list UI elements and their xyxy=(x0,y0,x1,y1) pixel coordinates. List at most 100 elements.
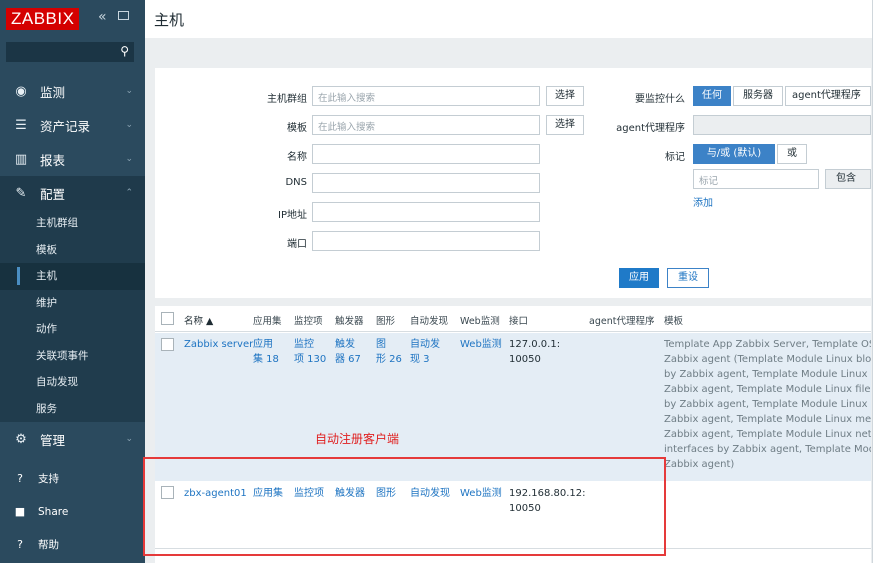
template-line[interactable]: interfaces by Zabbix agent, Template Mod… xyxy=(664,442,871,457)
link-line: 形 26 xyxy=(376,354,402,365)
items-link[interactable]: 监控项 130 xyxy=(294,337,326,367)
list-icon: ☰ xyxy=(15,117,27,133)
link-line: 图 xyxy=(376,339,386,350)
col-proxy: agent代理程序 xyxy=(589,316,655,327)
nav-item-monitoring[interactable]: ◉ 监测 ⌄ xyxy=(0,74,145,108)
collapse-sidebar-icon[interactable]: « xyxy=(98,9,107,25)
col-templates: 模板 xyxy=(664,316,684,327)
nav-item-configuration[interactable]: ✎ 配置 ⌃ xyxy=(0,176,145,210)
template-line[interactable]: by Zabbix agent, Template Module Linux C xyxy=(664,367,871,382)
submenu-host-groups[interactable]: 主机群组 xyxy=(0,210,145,237)
filter-tab-strip xyxy=(155,38,871,68)
applications-link[interactable]: 应用集 18 xyxy=(253,337,279,367)
name-label: 名称 xyxy=(287,152,307,163)
link-line: 应用 xyxy=(253,339,273,350)
submenu-maintenance[interactable]: 维护 xyxy=(0,290,145,317)
kiosk-mode-icon[interactable] xyxy=(118,11,129,20)
discovery-link[interactable]: 自动发现 3 xyxy=(410,337,440,367)
link-line: 集 18 xyxy=(253,354,279,365)
table-header: 名称 ▲ 应用集 监控项 触发器 图形 自动发现 Web监测 接口 agent代… xyxy=(155,306,871,332)
templates-list: Template App Zabbix Server, Template OS … xyxy=(664,337,871,472)
template-select-button[interactable]: 选择 xyxy=(546,115,584,135)
monitored-by-any[interactable]: 任何 xyxy=(693,86,731,106)
nav-label: Share xyxy=(38,505,69,518)
template-input[interactable]: 在此输入搜索 xyxy=(312,115,540,135)
template-label: 模板 xyxy=(287,123,307,134)
nav-item-help[interactable]: ? 帮助 xyxy=(0,528,145,561)
submenu-correlation[interactable]: 关联项事件 xyxy=(0,343,145,370)
ip-input[interactable] xyxy=(312,202,540,222)
host-group-input[interactable]: 在此输入搜索 xyxy=(312,86,540,106)
tag-operator-select[interactable]: 包含 xyxy=(825,169,871,189)
scrollbar[interactable] xyxy=(872,0,880,563)
apply-button[interactable]: 应用 xyxy=(619,268,659,288)
link-line: 监控 xyxy=(294,339,314,350)
graphs-link[interactable]: 图形 26 xyxy=(376,337,402,367)
submenu-hosts[interactable]: 主机 xyxy=(0,263,145,290)
link-line: 器 67 xyxy=(335,354,361,365)
template-line[interactable]: Zabbix agent, Template Module Linux mem xyxy=(664,412,871,427)
tags-or[interactable]: 或 xyxy=(777,144,807,164)
row-checkbox[interactable] xyxy=(161,338,174,351)
nav-item-reports[interactable]: ▥ 报表 ⌄ xyxy=(0,142,145,176)
chevron-down-icon: ⌄ xyxy=(125,86,133,96)
name-input[interactable] xyxy=(312,144,540,164)
reset-button[interactable]: 重设 xyxy=(667,268,709,288)
proxy-input[interactable] xyxy=(693,115,871,135)
submenu-services[interactable]: 服务 xyxy=(0,396,145,423)
web-link[interactable]: Web监测 xyxy=(460,337,502,352)
template-line[interactable]: Zabbix agent, Template Module Linux netw xyxy=(664,427,871,442)
host-group-select-button[interactable]: 选择 xyxy=(546,86,584,106)
triggers-link[interactable]: 触发器 67 xyxy=(335,337,361,367)
col-items: 监控项 xyxy=(294,316,323,327)
nav-item-support[interactable]: ? 支持 xyxy=(0,462,145,495)
zabbix-logo[interactable]: ZABBIX xyxy=(6,8,80,30)
tags-and-or[interactable]: 与/或 (默认) xyxy=(693,144,775,164)
template-line[interactable]: Template App Zabbix Server, Template OS xyxy=(664,337,871,352)
nav-item-administration[interactable]: ⚙ 管理 ⌄ xyxy=(0,422,145,456)
sidebar-search-input[interactable]: ⚲ xyxy=(6,42,134,62)
tag-name-input[interactable]: 标记 xyxy=(693,169,819,189)
monitored-by-proxy[interactable]: agent代理程序 xyxy=(785,86,871,106)
template-line[interactable]: Zabbix agent (Template Module Linux bloc xyxy=(664,352,871,367)
wrench-icon: ✎ xyxy=(15,185,27,201)
tags-label: 标记 xyxy=(665,152,685,163)
nav-item-inventory[interactable]: ☰ 资产记录 ⌄ xyxy=(0,108,145,142)
bar-chart-icon: ▥ xyxy=(14,151,28,167)
add-tag-link[interactable]: 添加 xyxy=(693,194,713,209)
nav-item-share[interactable]: ■ Share xyxy=(0,495,145,528)
link-line: 触发 xyxy=(335,339,355,350)
link-line: 自动发 xyxy=(410,339,440,350)
col-triggers: 触发器 xyxy=(335,316,364,327)
chevron-down-icon: ⌄ xyxy=(125,434,133,444)
bottom-nav: ? 支持 ■ Share ? 帮助 xyxy=(0,462,145,561)
col-discovery: 自动发现 xyxy=(410,316,449,327)
nav-label: 管理 xyxy=(40,432,66,448)
host-name-link[interactable]: Zabbix server xyxy=(184,337,253,352)
template-line[interactable]: by Zabbix agent, Template Module Linux g xyxy=(664,397,871,412)
template-line[interactable]: Zabbix agent) xyxy=(664,457,871,472)
iface-line: 10050 xyxy=(509,354,541,365)
search-icon[interactable]: ⚲ xyxy=(120,44,129,58)
host-group-label: 主机群组 xyxy=(267,94,307,105)
port-label: 端口 xyxy=(287,239,307,250)
link-line: 现 3 xyxy=(410,354,430,365)
submenu-discovery[interactable]: 自动发现 xyxy=(0,369,145,396)
annotation-highlight-box xyxy=(143,457,666,556)
support-icon: ? xyxy=(17,472,23,485)
col-interface: 接口 xyxy=(509,316,529,327)
submenu-actions[interactable]: 动作 xyxy=(0,316,145,343)
nav-label: 帮助 xyxy=(38,539,59,551)
col-applications: 应用集 xyxy=(253,316,282,327)
sidebar: ZABBIX « ⚲ ◉ 监测 ⌄ ☰ 资产记录 ⌄ ▥ 报表 ⌄ ✎ 配置 ⌃… xyxy=(0,0,145,563)
select-all-checkbox[interactable] xyxy=(161,312,174,325)
col-name[interactable]: 名称 ▲ xyxy=(184,313,213,327)
port-input[interactable] xyxy=(312,231,540,251)
interface-value: 127.0.0.1: 10050 xyxy=(509,337,560,367)
share-icon: ■ xyxy=(14,505,26,518)
dns-input[interactable] xyxy=(312,173,540,193)
col-graphs: 图形 xyxy=(376,316,396,327)
monitored-by-server[interactable]: 服务器 xyxy=(733,86,783,106)
template-line[interactable]: Zabbix agent, Template Module Linux file… xyxy=(664,382,871,397)
submenu-templates[interactable]: 模板 xyxy=(0,237,145,264)
